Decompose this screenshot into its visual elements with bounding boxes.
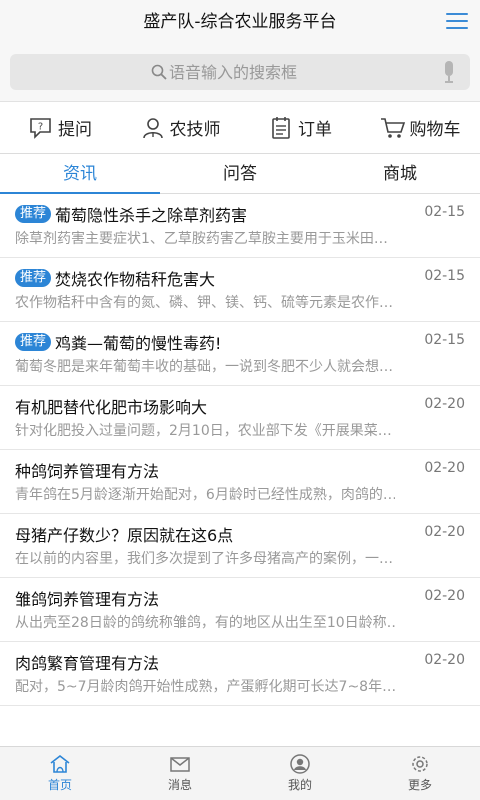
- quick-nav-label: 提问: [58, 120, 92, 140]
- tab-qa[interactable]: 问答: [160, 154, 320, 193]
- tab-shop[interactable]: 商城: [320, 154, 480, 193]
- microphone-icon[interactable]: [442, 61, 456, 83]
- news-date: 02-20: [424, 652, 465, 668]
- news-item[interactable]: 推荐 鸡粪—葡萄的慢性毒药! 02-15 葡萄冬肥是来年葡萄丰收的基础，一说到冬…: [0, 322, 480, 386]
- recommend-badge: 推荐: [15, 333, 52, 351]
- content-tabs: 资讯 问答 商城: [0, 154, 480, 194]
- recommend-badge: 推荐: [15, 205, 52, 223]
- bottom-nav-home[interactable]: 首页: [0, 747, 120, 800]
- search-input[interactable]: [169, 62, 329, 82]
- news-summary: 在以前的内容里，我们多次提到了许多母猪高产的案例，一…: [15, 551, 393, 567]
- bottom-nav-label: 我的: [287, 778, 312, 792]
- quick-nav-order[interactable]: 订单: [240, 102, 360, 153]
- cart-icon: [380, 117, 405, 138]
- news-title: 有机肥替代化肥市场影响大: [15, 398, 208, 417]
- tab-news[interactable]: 资讯: [0, 154, 160, 194]
- quick-nav: ? 提问 农技师 订单 购物车: [0, 102, 480, 154]
- mail-icon: [170, 757, 190, 772]
- bottom-nav-label: 更多: [407, 778, 432, 792]
- news-date: 02-15: [424, 268, 465, 284]
- svg-text:?: ?: [38, 121, 43, 132]
- quick-nav-label: 购物车: [409, 120, 461, 140]
- app-header: 盛产队-综合农业服务平台: [0, 0, 480, 44]
- news-item[interactable]: 有机肥替代化肥市场影响大 02-20 针对化肥投入过量问题，2月10日，农业部下…: [0, 386, 480, 450]
- news-title: 种鸽饲养管理有方法: [15, 462, 160, 481]
- recommend-badge: 推荐: [15, 269, 52, 287]
- search-icon: [151, 64, 167, 80]
- home-icon: [50, 754, 70, 773]
- quick-nav-label: 农技师: [169, 120, 221, 140]
- news-item[interactable]: 雏鸽饲养管理有方法 02-20 从出壳至28日龄的鸽统称雏鸽，有的地区从出生至1…: [0, 578, 480, 642]
- bottom-nav-more[interactable]: 更多: [360, 747, 480, 800]
- quick-nav-question[interactable]: ? 提问: [0, 102, 120, 153]
- search-bar: [0, 44, 480, 102]
- news-item[interactable]: 肉鸽繁育管理有方法 02-20 配对，5~7月龄肉鸽开始性成熟，产蛋孵化期可长达…: [0, 642, 480, 706]
- question-icon: ?: [30, 117, 51, 139]
- news-date: 02-20: [424, 396, 465, 412]
- news-list: 推荐 葡萄隐性杀手之除草剂药害 02-15 除草剂药害主要症状1、乙草胺药害乙草…: [0, 194, 480, 706]
- news-title: 雏鸽饲养管理有方法: [15, 590, 160, 609]
- quick-nav-label: 订单: [298, 120, 332, 140]
- bottom-nav-label: 消息: [167, 778, 192, 792]
- news-title: 肉鸽繁育管理有方法: [15, 654, 160, 673]
- bottom-nav: 首页 消息 我的 更多: [0, 746, 480, 800]
- news-date: 02-20: [424, 588, 465, 604]
- news-item[interactable]: 母猪产仔数少？原因就在这6点 02-20 在以前的内容里，我们多次提到了许多母猪…: [0, 514, 480, 578]
- news-item[interactable]: 推荐 焚烧农作物秸秆危害大 02-15 农作物秸秆中含有的氮、磷、钾、镁、钙、硫…: [0, 258, 480, 322]
- menu-icon[interactable]: [446, 13, 468, 31]
- news-date: 02-20: [424, 460, 465, 476]
- news-summary: 除草剂药害主要症状1、乙草胺药害乙草胺主要用于玉米田…: [15, 231, 388, 247]
- news-title: 焚烧农作物秸秆危害大: [55, 270, 216, 289]
- quick-nav-expert[interactable]: 农技师: [120, 102, 240, 153]
- user-icon: [290, 754, 310, 774]
- news-item[interactable]: 推荐 葡萄隐性杀手之除草剂药害 02-15 除草剂药害主要症状1、乙草胺药害乙草…: [0, 194, 480, 258]
- page-title: 盛产队-综合农业服务平台: [143, 12, 337, 32]
- gear-icon: [412, 756, 428, 772]
- news-date: 02-15: [424, 204, 465, 220]
- news-date: 02-15: [424, 332, 465, 348]
- search-box[interactable]: [10, 54, 470, 90]
- news-summary: 农作物秸秆中含有的氮、磷、钾、镁、钙、硫等元素是农作…: [15, 295, 393, 311]
- news-item[interactable]: 种鸽饲养管理有方法 02-20 青年鸽在5月龄逐渐开始配对，6月龄时已经性成熟，…: [0, 450, 480, 514]
- news-date: 02-20: [424, 524, 465, 540]
- news-summary: 针对化肥投入过量问题，2月10日，农业部下发《开展果菜…: [15, 423, 392, 439]
- order-icon: [272, 116, 290, 139]
- news-summary: 从出壳至28日龄的鸽统称雏鸽，有的地区从出生至10日龄称…: [15, 615, 395, 631]
- news-title: 鸡粪—葡萄的慢性毒药!: [55, 334, 222, 353]
- news-title: 葡萄隐性杀手之除草剂药害: [55, 206, 248, 225]
- bottom-nav-messages[interactable]: 消息: [120, 747, 240, 800]
- news-summary: 配对，5~7月龄肉鸽开始性成熟，产蛋孵化期可长达7~8年…: [15, 679, 395, 695]
- news-summary: 青年鸽在5月龄逐渐开始配对，6月龄时已经性成熟，肉鸽的…: [15, 487, 395, 503]
- bottom-nav-profile[interactable]: 我的: [240, 747, 360, 800]
- expert-icon: [142, 117, 163, 138]
- news-title: 母猪产仔数少？原因就在这6点: [15, 526, 234, 545]
- news-summary: 葡萄冬肥是来年葡萄丰收的基础，一说到冬肥不少人就会想…: [15, 359, 393, 375]
- quick-nav-cart[interactable]: 购物车: [360, 102, 480, 153]
- bottom-nav-label: 首页: [47, 778, 72, 792]
